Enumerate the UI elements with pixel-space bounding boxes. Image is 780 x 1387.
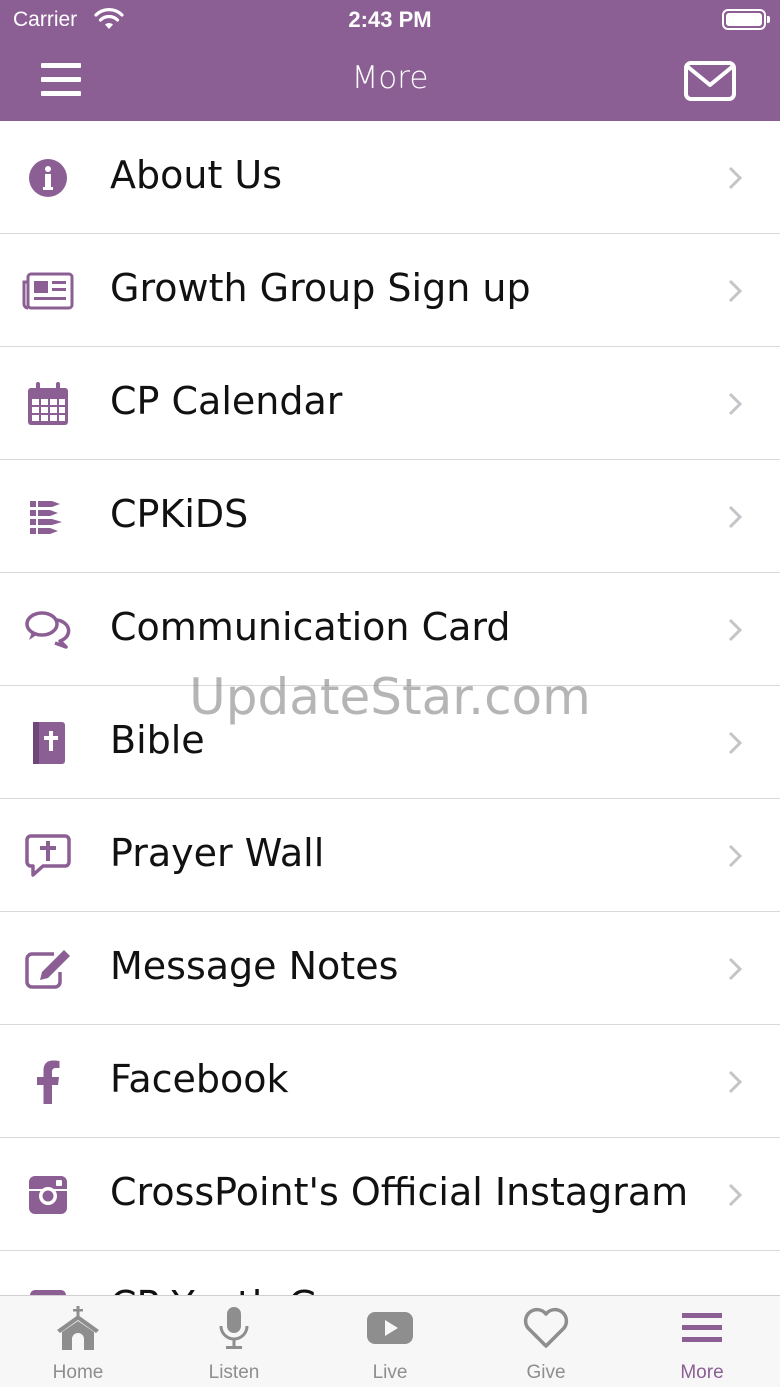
menu-item-about-us[interactable]: About Us (0, 121, 780, 234)
chevron-right-icon (728, 731, 742, 755)
menu-item-label: Growth Group Sign up (110, 266, 531, 310)
menu-item-label: CrossPoint's Official Instagram (110, 1170, 689, 1214)
tab-live[interactable]: Live (312, 1296, 468, 1387)
chevron-right-icon (728, 505, 742, 529)
envelope-icon[interactable] (684, 61, 736, 101)
menu-lines-icon (682, 1313, 722, 1342)
info-icon (22, 154, 74, 202)
menu-item-bible[interactable]: Bible (0, 686, 780, 799)
menu-item-label: CP Calendar (110, 379, 343, 423)
newspaper-icon (22, 267, 74, 315)
microphone-icon (219, 1307, 249, 1349)
tab-give[interactable]: Give (468, 1296, 624, 1387)
menu-item-label: CPKiDS (110, 492, 249, 536)
edit-note-icon (22, 945, 74, 993)
chevron-right-icon (728, 166, 742, 190)
menu-item-cp-youth-group[interactable]: CP Youth Group (0, 1251, 780, 1296)
church-icon (57, 1306, 99, 1350)
menu-item-label: About Us (110, 153, 283, 197)
crayons-icon (22, 493, 74, 541)
chevron-right-icon (728, 844, 742, 868)
video-play-icon (367, 1312, 413, 1344)
menu-item-label: Communication Card (110, 605, 511, 649)
tab-listen[interactable]: Listen (156, 1296, 312, 1387)
nav-bar: More (0, 40, 780, 121)
facebook-icon (22, 1058, 74, 1106)
tab-label: More (680, 1362, 724, 1383)
tab-bar: Home Listen Live Give More (0, 1295, 780, 1387)
menu-item-instagram[interactable]: CrossPoint's Official Instagram (0, 1138, 780, 1251)
chevron-right-icon (728, 957, 742, 981)
status-bar: Carrier 2:43 PM (0, 0, 780, 40)
clock: 2:43 PM (348, 7, 432, 32)
menu-item-label: Message Notes (110, 944, 399, 988)
tab-label: Live (372, 1362, 408, 1383)
menu-item-label: Prayer Wall (110, 831, 325, 875)
page-title: More (351, 60, 429, 96)
bible-icon (22, 719, 74, 767)
menu-item-label: Facebook (110, 1057, 289, 1101)
chevron-right-icon (728, 618, 742, 642)
menu-item-cpkids[interactable]: CPKiDS (0, 460, 780, 573)
menu-item-growth-group[interactable]: Growth Group Sign up (0, 234, 780, 347)
more-menu-list: About Us Growth Group Sign up CP Calenda… (0, 121, 780, 1296)
tab-home[interactable]: Home (0, 1296, 156, 1387)
menu-item-facebook[interactable]: Facebook (0, 1025, 780, 1138)
calendar-icon (22, 380, 74, 428)
menu-item-label: Bible (110, 718, 205, 762)
prayer-bubble-icon (22, 832, 74, 880)
tab-more[interactable]: More (624, 1296, 780, 1387)
chevron-right-icon (728, 1070, 742, 1094)
menu-item-communication-card[interactable]: Communication Card (0, 573, 780, 686)
chevron-right-icon (728, 279, 742, 303)
heart-icon (523, 1307, 569, 1348)
chevron-right-icon (728, 392, 742, 416)
tab-label: Listen (208, 1362, 260, 1383)
tab-label: Give (526, 1362, 566, 1383)
tab-label: Home (52, 1362, 104, 1383)
menu-item-message-notes[interactable]: Message Notes (0, 912, 780, 1025)
menu-item-cp-calendar[interactable]: CP Calendar (0, 347, 780, 460)
battery-icon (722, 9, 770, 30)
chat-bubbles-icon (22, 606, 74, 654)
instagram-icon (22, 1171, 74, 1219)
chevron-right-icon (728, 1183, 742, 1207)
menu-item-prayer-wall[interactable]: Prayer Wall (0, 799, 780, 912)
